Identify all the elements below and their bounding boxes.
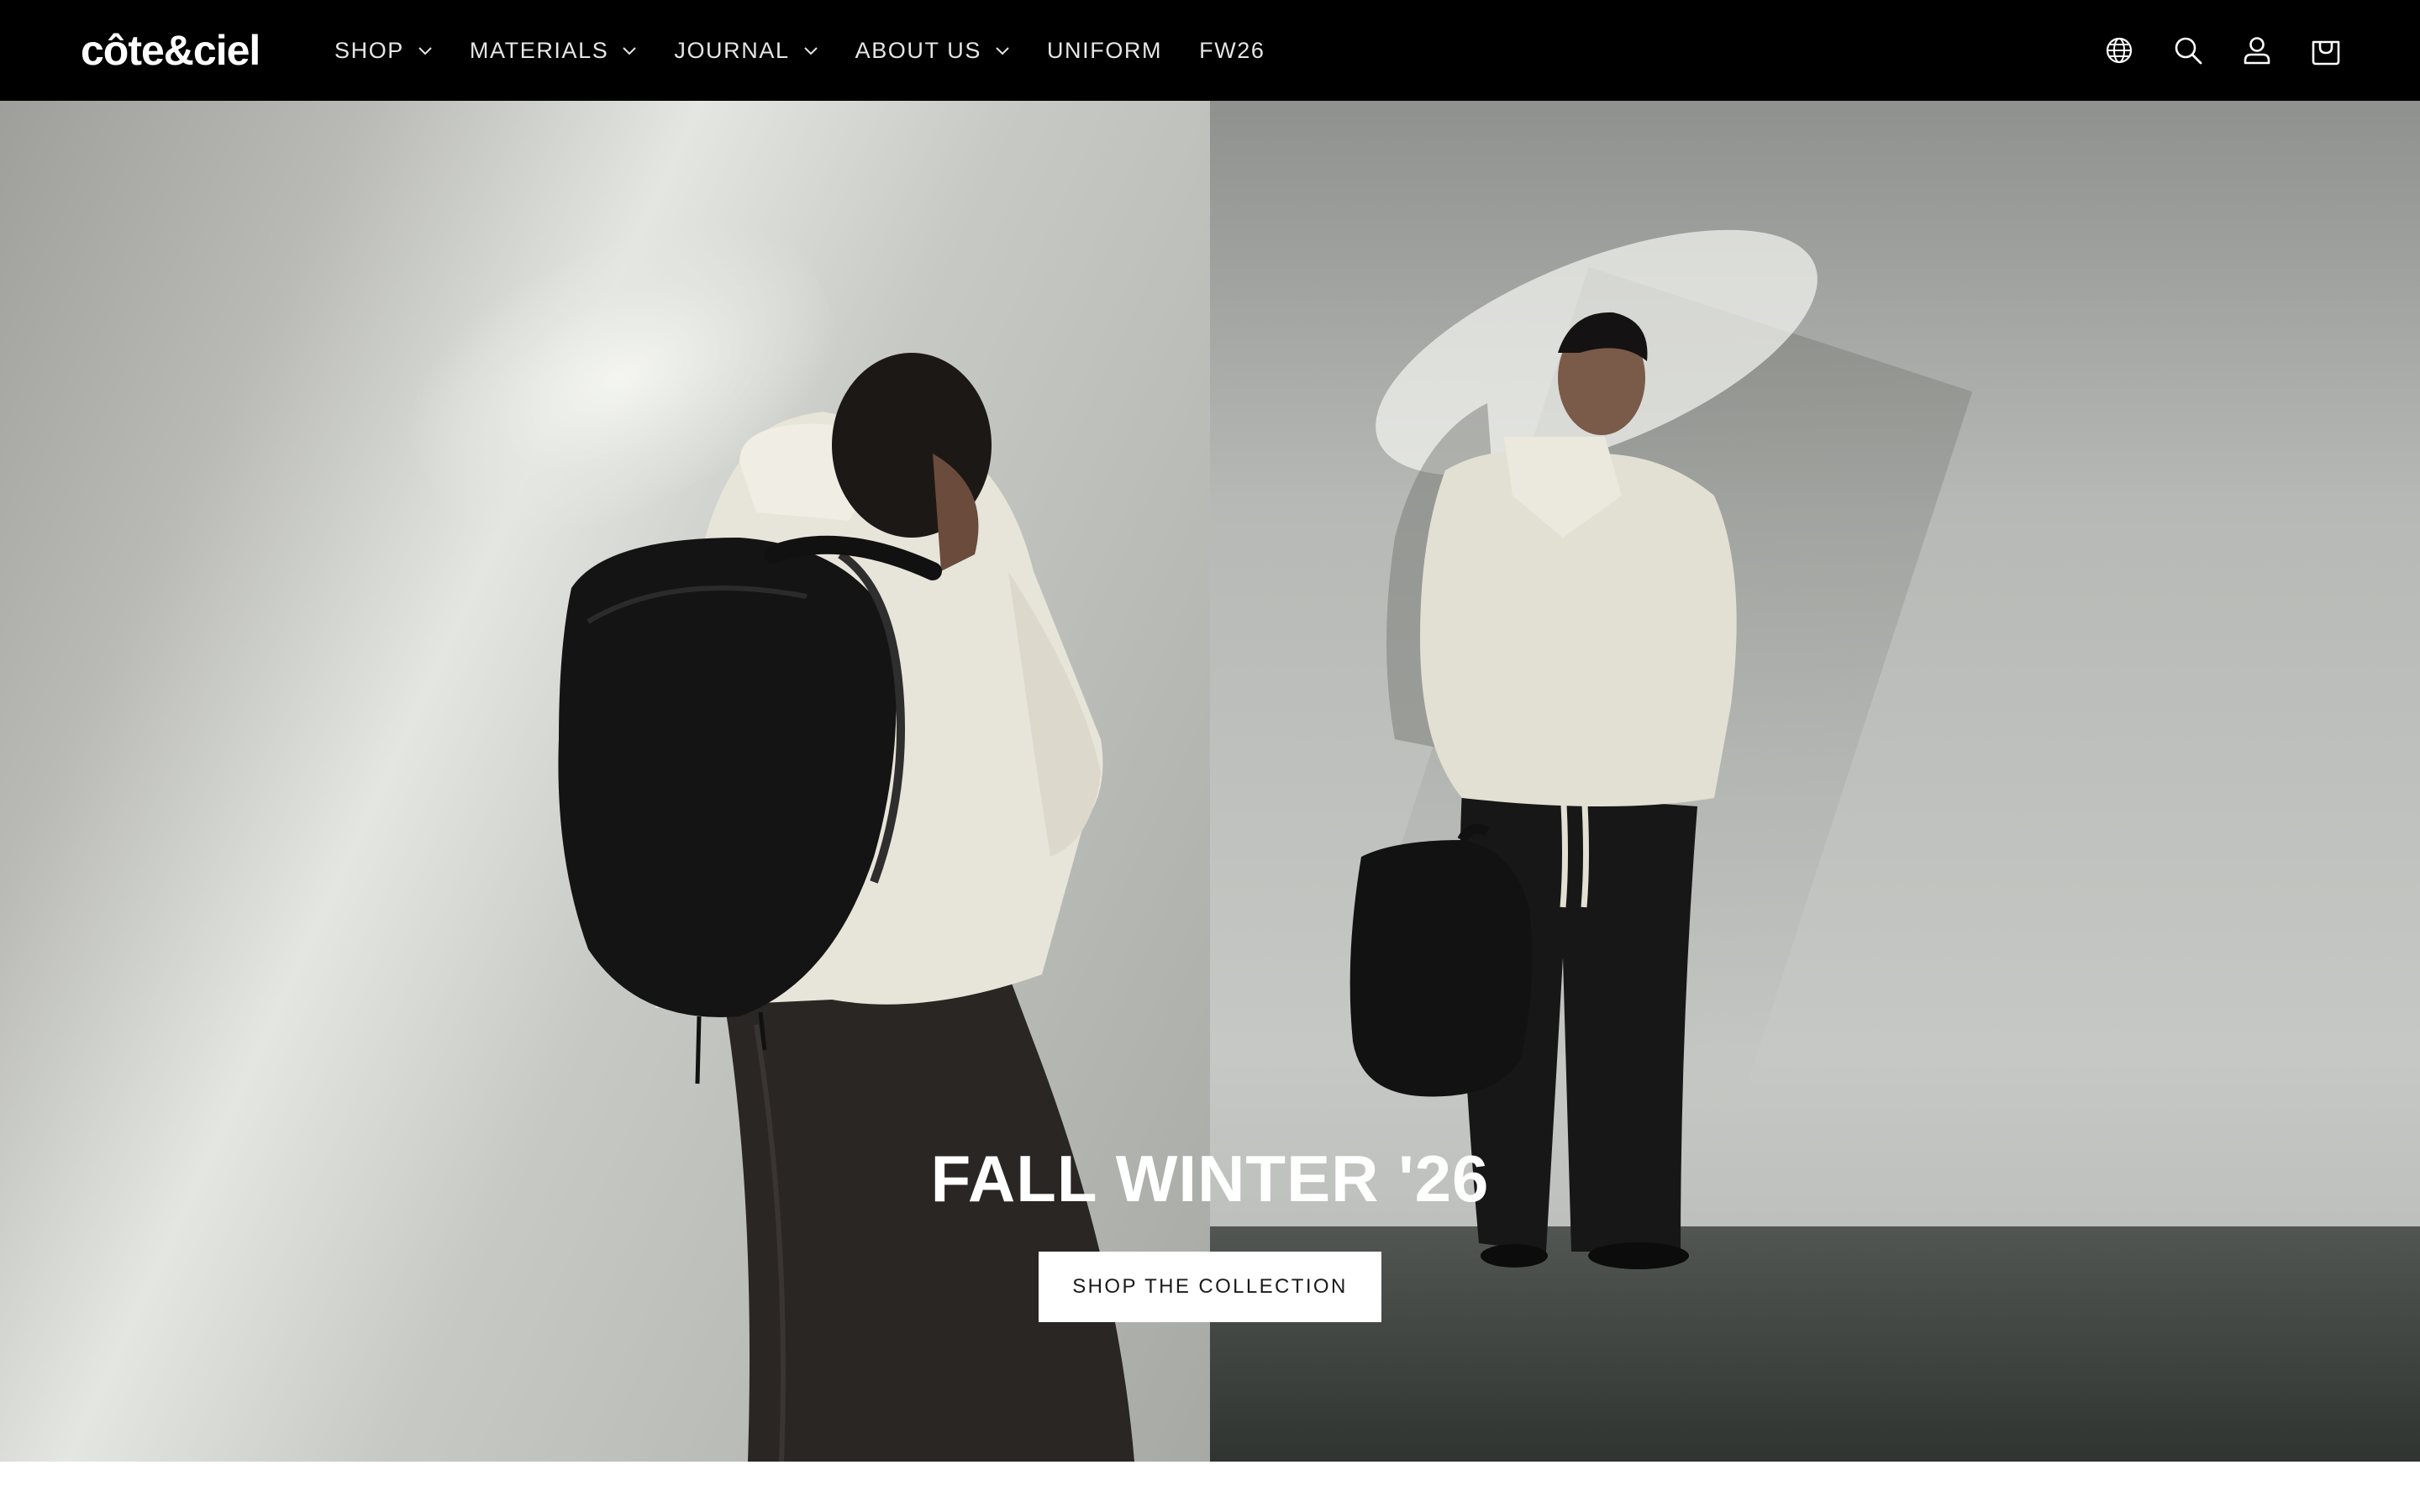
model-leaning-illustration — [1349, 229, 1818, 1269]
nav-item-label: FW26 — [1199, 37, 1265, 63]
nav-item-label: SHOP — [334, 37, 404, 63]
hero-image-left — [0, 101, 1210, 1462]
nav-item-label: MATERIALS — [469, 37, 609, 63]
hero-image-right — [1210, 101, 2420, 1462]
hero-banner: FALL WINTER '26 SHOP THE COLLECTION — [0, 101, 2420, 1462]
nav-item-label: JOURNAL — [674, 37, 790, 63]
nav-item-fw26[interactable]: FW26 — [1199, 38, 1265, 64]
nav-item-about-us[interactable]: ABOUT US — [855, 38, 1010, 64]
header-actions — [2069, 0, 2344, 101]
site-header: côte&ciel SHOP MATERIALS JOURNAL ABOUT U… — [0, 0, 2420, 101]
model-with-backpack-illustration — [558, 353, 1134, 1462]
nav-item-label: UNIFORM — [1046, 37, 1163, 63]
search-button[interactable] — [2170, 32, 2207, 69]
nav-item-materials[interactable]: MATERIALS — [470, 38, 637, 64]
brand-logo[interactable]: côte&ciel — [81, 25, 260, 76]
globe-icon — [2106, 37, 2133, 64]
nav-item-uniform[interactable]: UNIFORM — [1047, 38, 1162, 64]
chevron-down-icon — [623, 47, 637, 55]
chevron-down-icon — [996, 47, 1009, 55]
shop-collection-button[interactable]: SHOP THE COLLECTION — [1039, 1252, 1381, 1322]
account-icon — [2244, 37, 2270, 65]
nav-item-shop[interactable]: SHOP — [334, 38, 433, 64]
cart-button[interactable] — [2307, 32, 2344, 69]
search-icon — [2175, 37, 2202, 65]
language-button[interactable] — [2101, 32, 2138, 69]
account-button[interactable] — [2238, 32, 2275, 69]
hero-title: FALL WINTER '26 — [930, 1142, 1490, 1216]
main-nav: SHOP MATERIALS JOURNAL ABOUT US UNIFORM … — [334, 0, 1302, 101]
chevron-down-icon — [803, 47, 818, 55]
nav-item-journal[interactable]: JOURNAL — [674, 38, 818, 64]
cart-icon — [2312, 40, 2340, 66]
chevron-down-icon — [418, 47, 432, 55]
nav-item-label: ABOUT US — [855, 37, 981, 63]
